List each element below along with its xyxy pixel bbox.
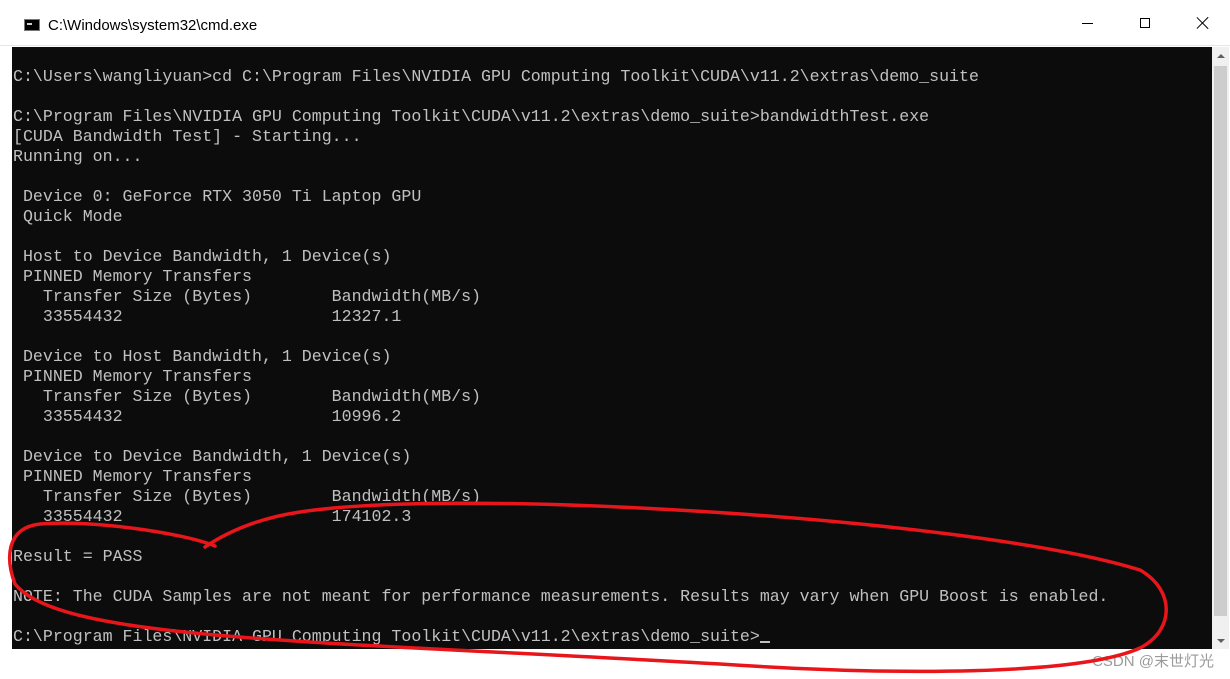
console-line: C:\Program Files\NVIDIA GPU Computing To… — [13, 107, 930, 126]
console-line: Quick Mode — [13, 207, 123, 226]
console-text: C:\Users\wangliyuan>cd C:\Program Files\… — [13, 67, 1108, 647]
console-line: Host to Device Bandwidth, 1 Device(s) — [13, 247, 392, 266]
console-line: PINNED Memory Transfers — [13, 467, 252, 486]
window-title: C:\Windows\system32\cmd.exe — [48, 17, 258, 34]
scroll-up-button[interactable] — [1212, 47, 1229, 64]
minimize-button[interactable] — [1058, 0, 1116, 46]
scroll-down-button[interactable] — [1212, 632, 1229, 649]
console-line: Device to Host Bandwidth, 1 Device(s) — [13, 347, 392, 366]
text-cursor — [759, 641, 770, 643]
maximize-button[interactable] — [1116, 0, 1174, 46]
console-line: 33554432 12327.1 — [13, 307, 402, 326]
cmd-icon[interactable] — [24, 19, 40, 31]
watermark: CSDN @末世灯光 — [1092, 653, 1214, 670]
window-bottom-border — [0, 649, 1230, 679]
console-line: Transfer Size (Bytes) Bandwidth(MB/s) — [13, 287, 482, 306]
console-line: Device 0: GeForce RTX 3050 Ti Laptop GPU — [13, 187, 422, 206]
console-line: [CUDA Bandwidth Test] - Starting... — [13, 127, 362, 146]
title-bar[interactable]: C:\Windows\system32\cmd.exe — [0, 0, 1230, 46]
console-line: Device to Device Bandwidth, 1 Device(s) — [13, 447, 412, 466]
chevron-up-icon — [1216, 53, 1225, 58]
console-line: PINNED Memory Transfers — [13, 267, 252, 286]
vertical-scrollbar[interactable] — [1212, 47, 1229, 649]
close-button[interactable] — [1174, 0, 1230, 46]
cmd-window: C:\Windows\system32\cmd.exe C:\Users\wan… — [0, 0, 1230, 679]
console-line: 33554432 174102.3 — [13, 507, 412, 526]
close-icon — [1196, 16, 1210, 30]
console-prompt: C:\Program Files\NVIDIA GPU Computing To… — [13, 627, 760, 646]
console-line: 33554432 10996.2 — [13, 407, 402, 426]
console-prompt-line[interactable]: C:\Program Files\NVIDIA GPU Computing To… — [13, 627, 1108, 647]
maximize-icon — [1140, 18, 1150, 28]
console-line: Transfer Size (Bytes) Bandwidth(MB/s) — [13, 487, 482, 506]
console-line: Result = PASS — [13, 547, 143, 566]
console-line: PINNED Memory Transfers — [13, 367, 252, 386]
chevron-down-icon — [1216, 638, 1225, 643]
console-output-area[interactable]: C:\Users\wangliyuan>cd C:\Program Files\… — [12, 47, 1212, 649]
console-line: NOTE: The CUDA Samples are not meant for… — [13, 587, 1109, 606]
console-line: C:\Users\wangliyuan>cd C:\Program Files\… — [13, 67, 979, 86]
console-line: Running on... — [13, 147, 143, 166]
console-line: Transfer Size (Bytes) Bandwidth(MB/s) — [13, 387, 482, 406]
minimize-icon — [1081, 22, 1093, 24]
scrollbar-thumb[interactable] — [1214, 66, 1227, 616]
